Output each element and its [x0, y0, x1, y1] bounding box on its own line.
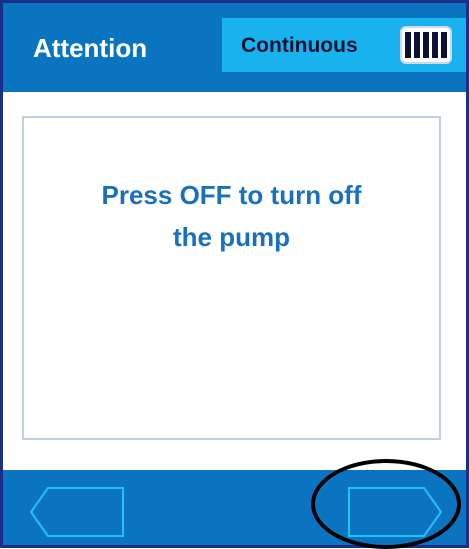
battery-bar	[441, 32, 447, 58]
battery-icon	[400, 26, 452, 64]
pump-screen: Attention Continuous Press OFF to turn o…	[0, 0, 469, 548]
arrow-left-outline-icon	[30, 487, 124, 537]
battery-bar	[423, 32, 429, 58]
next-button[interactable]	[348, 487, 442, 537]
battery-bar	[414, 32, 420, 58]
header-bar: Attention Continuous	[3, 3, 466, 92]
attention-message: Press OFF to turn off the pump	[101, 180, 362, 252]
screen-title: Attention	[33, 33, 148, 63]
delivery-mode-label: Continuous	[241, 34, 358, 57]
delivery-mode-indicator: Continuous	[222, 18, 466, 72]
arrow-right-outline-icon	[348, 487, 442, 537]
battery-bar	[432, 32, 438, 58]
footer-bar	[3, 470, 466, 545]
message-panel: Press OFF to turn off the pump	[22, 116, 441, 440]
content-area: Press OFF to turn off the pump	[3, 92, 466, 470]
battery-bar	[405, 32, 411, 58]
back-button[interactable]	[30, 487, 124, 537]
